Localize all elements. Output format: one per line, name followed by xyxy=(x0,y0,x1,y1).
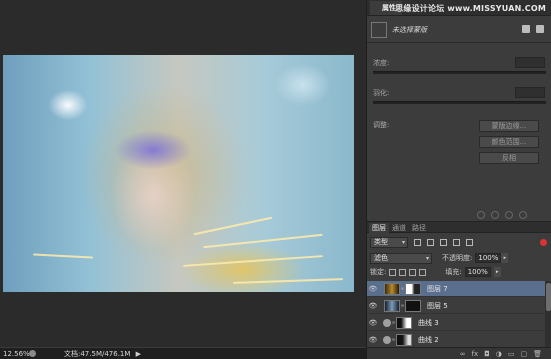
layer-name[interactable]: 曲线 2 xyxy=(418,335,439,345)
curves-adjustment-icon xyxy=(383,335,391,344)
light-streak xyxy=(232,278,344,284)
opacity-field[interactable]: 100% xyxy=(475,253,502,263)
properties-tabbar: 属性 思缘设计论坛 www.MISSYUAN.COM xyxy=(367,0,551,16)
right-panels: 属性 思缘设计论坛 www.MISSYUAN.COM 未选择蒙版 浓度: 羽化:… xyxy=(366,0,551,359)
opacity-label: 不透明度: xyxy=(442,254,473,262)
delete-mask-icon[interactable] xyxy=(519,211,527,219)
layer-mask-thumbnail[interactable] xyxy=(396,333,412,346)
invert-button[interactable]: 反相 xyxy=(479,152,539,164)
opacity-arrow-icon[interactable]: ▸ xyxy=(501,253,509,263)
mask-edge-button[interactable]: 蒙版边缘... xyxy=(479,120,539,132)
vector-mask-icon[interactable] xyxy=(536,25,544,33)
density-label: 浓度: xyxy=(373,59,390,67)
lock-transparent-icon[interactable] xyxy=(389,268,397,276)
trash-icon[interactable]: 🗑 xyxy=(533,350,542,358)
feather-label: 羽化: xyxy=(373,89,390,97)
light-streak xyxy=(183,255,323,267)
visibility-eye-icon[interactable]: 👁 xyxy=(367,319,379,327)
layer-row[interactable]: 👁 ∞ 图层 7 xyxy=(367,281,545,297)
adjust-label: 调整: xyxy=(373,121,390,129)
layer-mask-thumbnail[interactable] xyxy=(396,316,412,329)
layers-footer: ∞ fx ◘ ◑ ▭ ▢ 🗑 xyxy=(367,347,551,359)
status-menu-arrow[interactable]: ▶ xyxy=(136,350,141,358)
lock-label: 锁定: xyxy=(370,268,387,276)
blend-mode-dropdown[interactable]: 滤色 xyxy=(370,252,432,264)
layers-list: 👁 ∞ 图层 7 👁 ∞ 图层 5 👁 ∞ 曲线 3 👁 ∞ 曲线 2 xyxy=(367,281,545,348)
visibility-eye-icon[interactable]: 👁 xyxy=(367,285,379,293)
light-streak xyxy=(32,253,94,259)
lock-position-icon[interactable] xyxy=(409,268,417,276)
density-field[interactable] xyxy=(515,57,545,68)
shape-filter-icon[interactable] xyxy=(453,238,460,246)
color-range-button[interactable]: 颜色范围... xyxy=(479,136,539,148)
apply-mask-icon[interactable] xyxy=(491,211,499,219)
link-layers-icon[interactable]: ∞ xyxy=(460,350,466,358)
blend-row: 滤色 不透明度: 100% ▸ xyxy=(370,252,549,264)
document-size: 文档:47.5M/476.1M xyxy=(64,349,131,358)
fill-label: 填充: xyxy=(445,268,462,276)
adjustment-filter-icon[interactable] xyxy=(427,238,434,246)
type-filter-icon[interactable] xyxy=(440,238,447,246)
properties-footer xyxy=(477,211,527,219)
lock-image-icon[interactable] xyxy=(399,268,407,276)
density-slider[interactable] xyxy=(373,71,546,74)
properties-header: 未选择蒙版 xyxy=(367,17,551,43)
curves-adjustment-icon xyxy=(383,318,391,327)
feather-slider[interactable] xyxy=(373,101,546,104)
fx-icon[interactable]: fx xyxy=(472,350,479,358)
fill-arrow-icon[interactable]: ▸ xyxy=(493,267,501,277)
pixel-filter-icon[interactable] xyxy=(414,238,421,246)
layers-tabbar: 图层 通道 路径 xyxy=(367,221,551,234)
layer-name[interactable]: 图层 5 xyxy=(427,301,448,311)
layers-scrollbar[interactable] xyxy=(545,281,551,347)
watermark-text: 思缘设计论坛 www.MISSYUAN.COM xyxy=(395,4,546,13)
zoom-level[interactable]: 12.56% xyxy=(3,350,30,358)
folder-icon[interactable]: ▭ xyxy=(508,350,515,358)
layer-mask-thumbnail[interactable] xyxy=(405,299,421,312)
pixel-mask-icon[interactable] xyxy=(522,25,530,33)
layer-thumbnail xyxy=(384,282,400,295)
canvas-area[interactable] xyxy=(0,0,366,347)
scrollbar-thumb[interactable] xyxy=(546,283,551,311)
visibility-eye-icon[interactable]: 👁 xyxy=(367,336,379,344)
layer-name[interactable]: 图层 7 xyxy=(427,284,448,294)
layer-name[interactable]: 曲线 3 xyxy=(418,318,439,328)
toggle-mask-icon[interactable] xyxy=(505,211,513,219)
smart-object-filter-icon[interactable] xyxy=(466,238,473,246)
tab-paths[interactable]: 路径 xyxy=(409,223,429,234)
new-layer-icon[interactable]: ▢ xyxy=(520,350,527,358)
feather-field[interactable] xyxy=(515,87,545,98)
mask-thumbnail xyxy=(371,21,387,38)
layer-row[interactable]: 👁 ∞ 图层 5 xyxy=(367,298,545,314)
lock-all-icon[interactable] xyxy=(419,268,427,276)
layer-thumbnail xyxy=(384,299,400,312)
add-mask-icon[interactable]: ◘ xyxy=(484,350,490,358)
light-streak xyxy=(193,216,273,236)
layer-row[interactable]: 👁 ∞ 曲线 2 xyxy=(367,332,545,348)
filter-kind-dropdown[interactable]: 类型 xyxy=(370,236,408,248)
fill-field[interactable]: 100% xyxy=(464,267,491,277)
mask-title: 未选择蒙版 xyxy=(392,25,427,34)
tab-layers[interactable]: 图层 xyxy=(369,223,389,234)
layer-filter-row: 类型 xyxy=(370,236,549,248)
lock-row: 锁定: 填充: 100% ▸ xyxy=(370,266,549,278)
adjustment-layer-icon[interactable]: ◑ xyxy=(496,350,502,358)
layer-row[interactable]: 👁 ∞ 曲线 3 xyxy=(367,315,545,331)
document-image[interactable] xyxy=(3,55,354,292)
filter-toggle-icon[interactable] xyxy=(540,238,547,246)
load-selection-icon[interactable] xyxy=(477,211,485,219)
light-streak xyxy=(203,233,323,249)
status-info-icon[interactable] xyxy=(29,350,36,357)
tab-channels[interactable]: 通道 xyxy=(389,223,409,234)
visibility-eye-icon[interactable]: 👁 xyxy=(367,302,379,310)
photoshop-window: 12.56% 文档:47.5M/476.1M ▶ 属性 思缘设计论坛 www.M… xyxy=(0,0,551,359)
layer-mask-thumbnail[interactable] xyxy=(405,282,421,295)
status-bar: 12.56% 文档:47.5M/476.1M ▶ xyxy=(0,347,366,359)
